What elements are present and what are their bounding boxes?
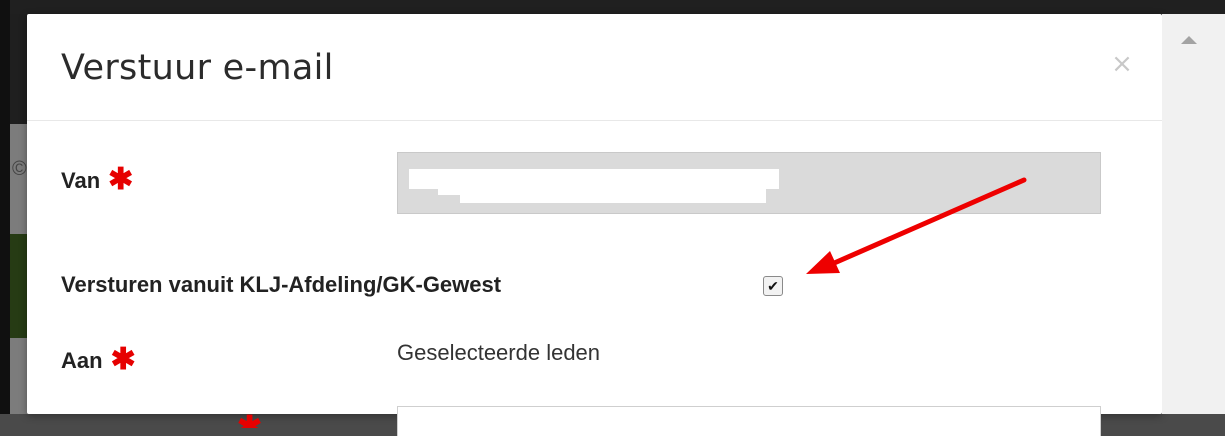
van-field[interactable] (397, 152, 1101, 214)
van-label: Van ✱ (61, 162, 133, 197)
scroll-up-icon[interactable] (1181, 36, 1197, 44)
aan-value: Geselecteerde leden (397, 340, 601, 365)
next-field-input[interactable] (397, 406, 1101, 436)
background-left-edge (0, 0, 10, 414)
versturen-label: Versturen vanuit KLJ-Afdeling/GK-Gewest (61, 272, 502, 297)
required-icon: ✱ (110, 343, 136, 376)
next-field-label: ✱ (61, 410, 262, 428)
background-top (0, 0, 1225, 14)
close-icon[interactable]: × (1111, 50, 1133, 78)
versturen-checkbox[interactable]: ✔ (763, 276, 783, 296)
aan-label: Aan ✱ (61, 342, 136, 377)
van-label-text: Van (61, 168, 101, 193)
scrollbar[interactable] (1162, 14, 1225, 414)
modal-header: Verstuur e-mail × (27, 14, 1162, 121)
aan-label-text: Aan (61, 348, 103, 373)
required-icon: ✱ (108, 163, 134, 196)
email-modal: Verstuur e-mail × Van ✱ Versturen vanuit … (27, 14, 1162, 436)
modal-title: Verstuur e-mail (61, 48, 334, 88)
check-icon: ✔ (767, 278, 779, 294)
background-text-fragment-left: © (12, 158, 27, 180)
redaction-mark (438, 189, 518, 195)
